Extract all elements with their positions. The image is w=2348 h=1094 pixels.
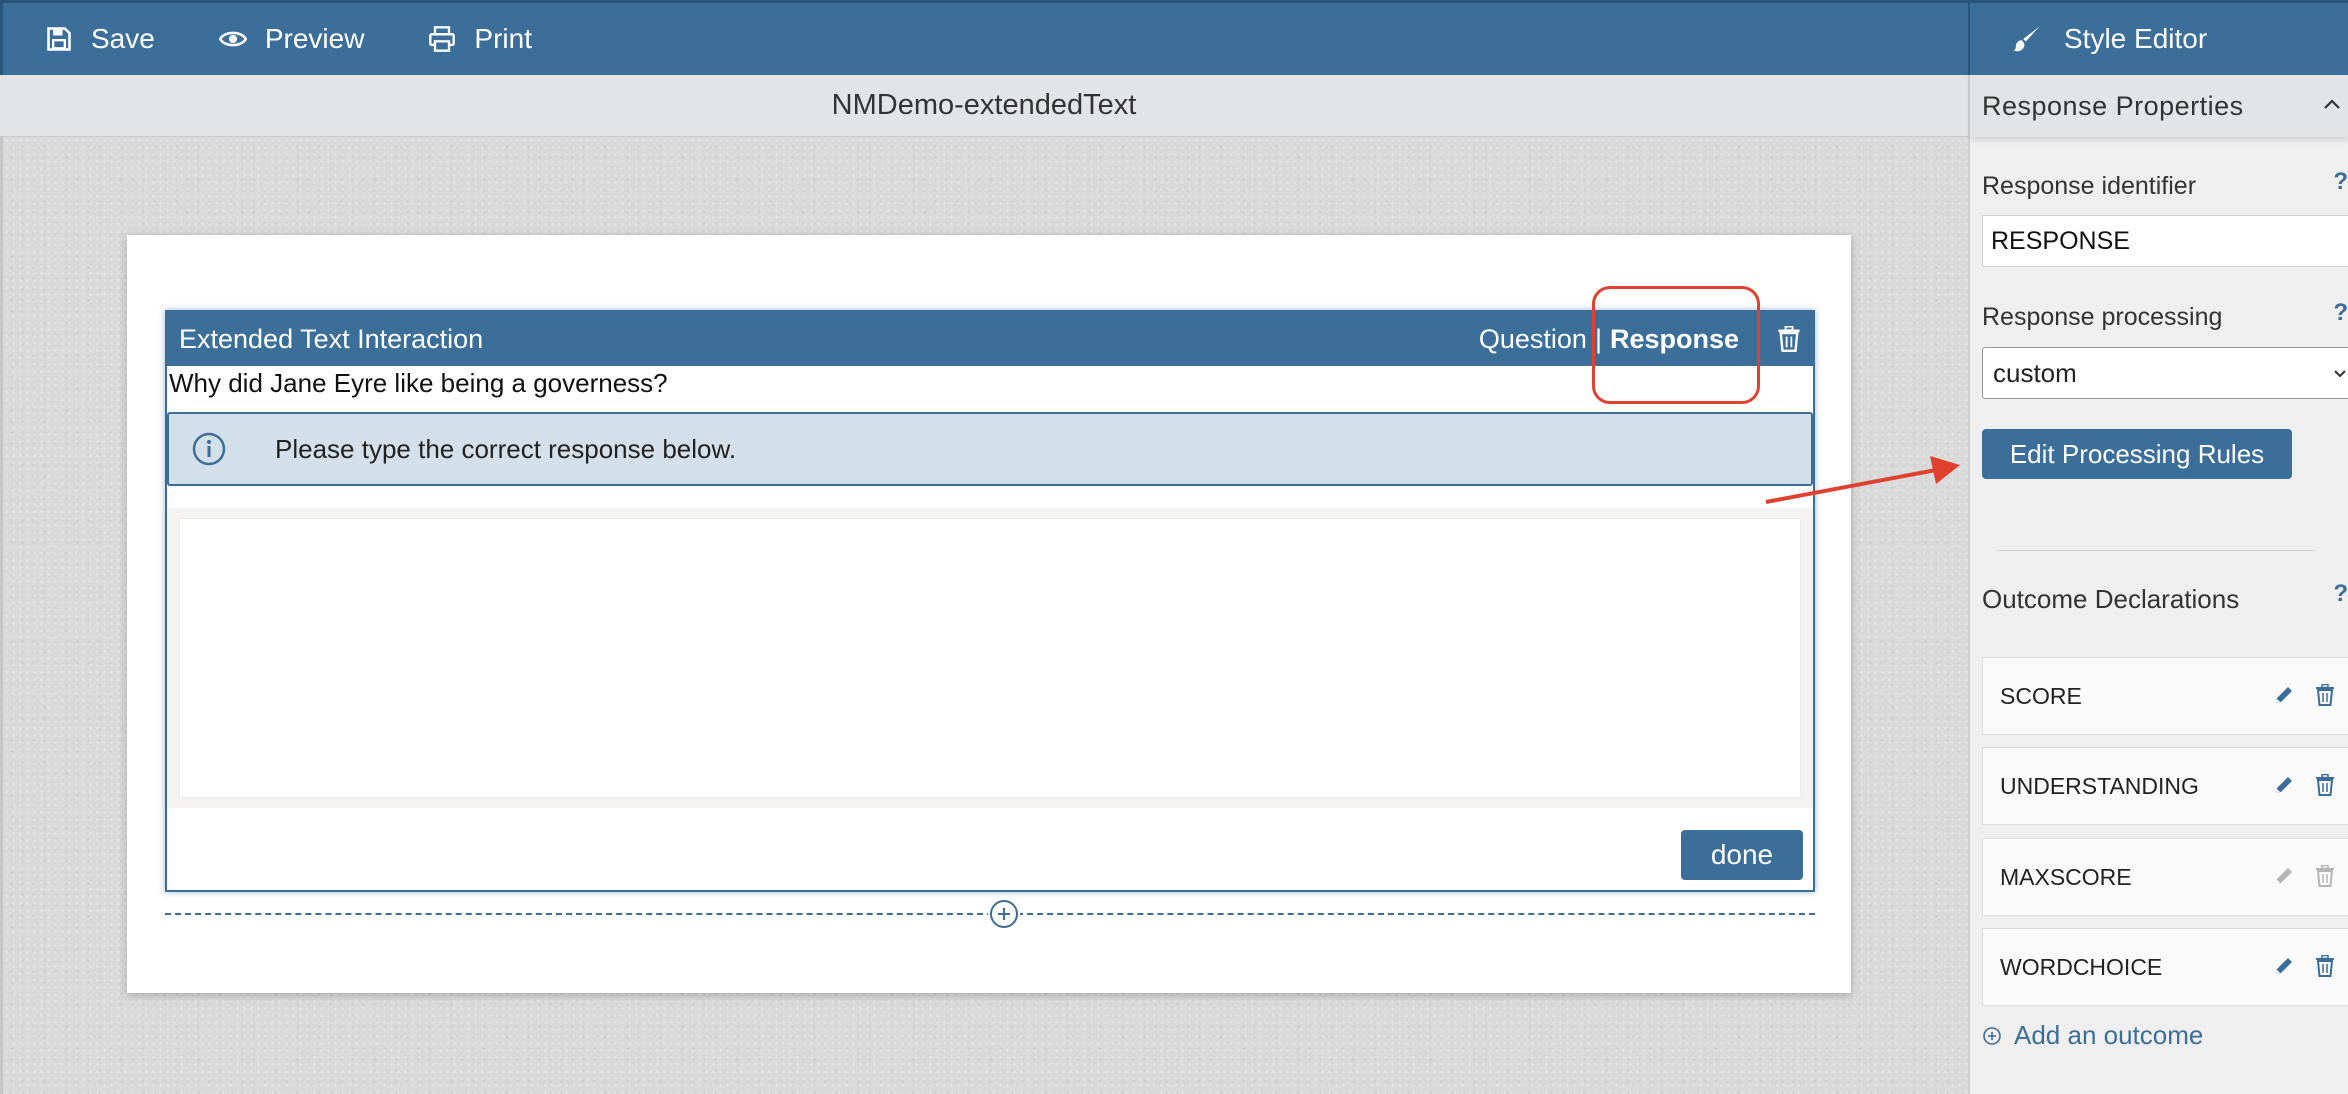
eye-icon	[218, 31, 247, 47]
plus-circle-icon[interactable]	[988, 898, 1020, 930]
response-identifier-input[interactable]: RESPONSE	[1982, 215, 2348, 267]
outcome-name: WORDCHOICE	[2000, 953, 2163, 980]
brush-icon	[2013, 26, 2040, 52]
outcome-name: SCORE	[2000, 682, 2082, 709]
response-tab-highlight	[1592, 286, 1760, 404]
outcome-item[interactable]: MAXSCORE	[1982, 838, 2348, 916]
plus-circle-icon	[1983, 1026, 2001, 1045]
chevron-up-icon[interactable]	[2322, 97, 2342, 111]
add-outcome-label: Add an outcome	[2014, 1020, 2204, 1050]
response-properties-heading: Response Properties	[1982, 90, 2244, 121]
properties-panel: Response Properties Response identifier …	[1968, 75, 2348, 1094]
trash-icon	[2316, 865, 2334, 887]
trash-icon[interactable]	[2315, 955, 2335, 977]
done-button[interactable]: done	[1681, 830, 1803, 880]
outcome-actions	[2253, 684, 2335, 706]
panel-divider	[1998, 550, 2314, 551]
pencil-icon[interactable]	[2273, 774, 2295, 796]
question-prompt[interactable]: Why did Jane Eyre like being a governess…	[167, 366, 1813, 412]
editor-canvas: Extended Text Interaction Question | Res…	[0, 137, 1968, 1094]
preview-button[interactable]: Preview	[218, 23, 365, 55]
document-title: NMDemo-extendedText	[831, 89, 1137, 121]
response-processing-select[interactable]: custom	[1982, 347, 2348, 399]
outcome-actions	[2253, 955, 2335, 977]
printer-icon	[429, 26, 456, 52]
outcome-name: UNDERSTANDING	[2000, 772, 2199, 799]
save-button[interactable]: Save	[45, 23, 155, 55]
outcomes-help-icon[interactable]: ?	[2333, 580, 2348, 608]
trash-icon[interactable]	[1777, 326, 1801, 352]
identifier-help-icon[interactable]: ?	[2333, 168, 2348, 196]
outcome-item[interactable]: UNDERSTANDING	[1982, 747, 2348, 825]
processing-help-icon[interactable]: ?	[2333, 299, 2348, 327]
edit-processing-rules-button[interactable]: Edit Processing Rules	[1982, 429, 2292, 479]
info-message-box: Please type the correct response below.	[167, 412, 1813, 486]
outcome-declarations-heading: Outcome Declarations	[1982, 584, 2240, 614]
outcome-item[interactable]: WORDCHOICE	[1982, 928, 2348, 1006]
response-processing-label: Response processing	[1982, 303, 2223, 331]
response-textarea[interactable]	[179, 518, 1801, 798]
interaction-header: Extended Text Interaction Question | Res…	[167, 312, 1813, 366]
trash-icon[interactable]	[2315, 774, 2335, 796]
pencil-icon[interactable]	[2273, 955, 2295, 977]
save-label: Save	[91, 23, 155, 54]
add-outcome-link[interactable]: Add an outcome	[1982, 1020, 2203, 1051]
annotation-arrow	[1765, 456, 1960, 504]
outcome-actions	[2253, 865, 2335, 887]
interaction-title: Extended Text Interaction	[179, 323, 484, 354]
response-identifier-label: Response identifier	[1982, 172, 2197, 200]
pencil-icon	[2276, 868, 2292, 884]
preview-label: Preview	[264, 23, 365, 54]
tab-question[interactable]: Question	[1479, 324, 1587, 355]
editor-toolbar: Save Preview Print	[0, 0, 1968, 75]
outcome-item[interactable]: SCORE	[1982, 657, 2348, 735]
print-label: Print	[474, 23, 532, 54]
print-button[interactable]: Print	[428, 23, 532, 55]
response-processing-value: custom	[1993, 357, 2077, 388]
response-area-wrapper	[167, 508, 1813, 808]
document-title-bar: NMDemo-extendedText	[0, 75, 1968, 137]
info-icon	[192, 432, 226, 466]
pencil-icon[interactable]	[2273, 684, 2295, 706]
style-editor-label: Style Editor	[2064, 23, 2208, 54]
response-properties-header[interactable]: Response Properties	[1970, 75, 2348, 137]
info-message-text: Please type the correct response below.	[275, 433, 737, 464]
save-icon	[47, 27, 71, 51]
outcome-name: MAXSCORE	[2000, 863, 2132, 890]
style-editor-button[interactable]: Style Editor	[1968, 0, 2348, 75]
trash-icon[interactable]	[2315, 684, 2335, 706]
outcome-actions	[2253, 774, 2335, 796]
chevron-down-icon	[2334, 370, 2346, 378]
extended-text-interaction[interactable]: Extended Text Interaction Question | Res…	[165, 310, 1815, 892]
